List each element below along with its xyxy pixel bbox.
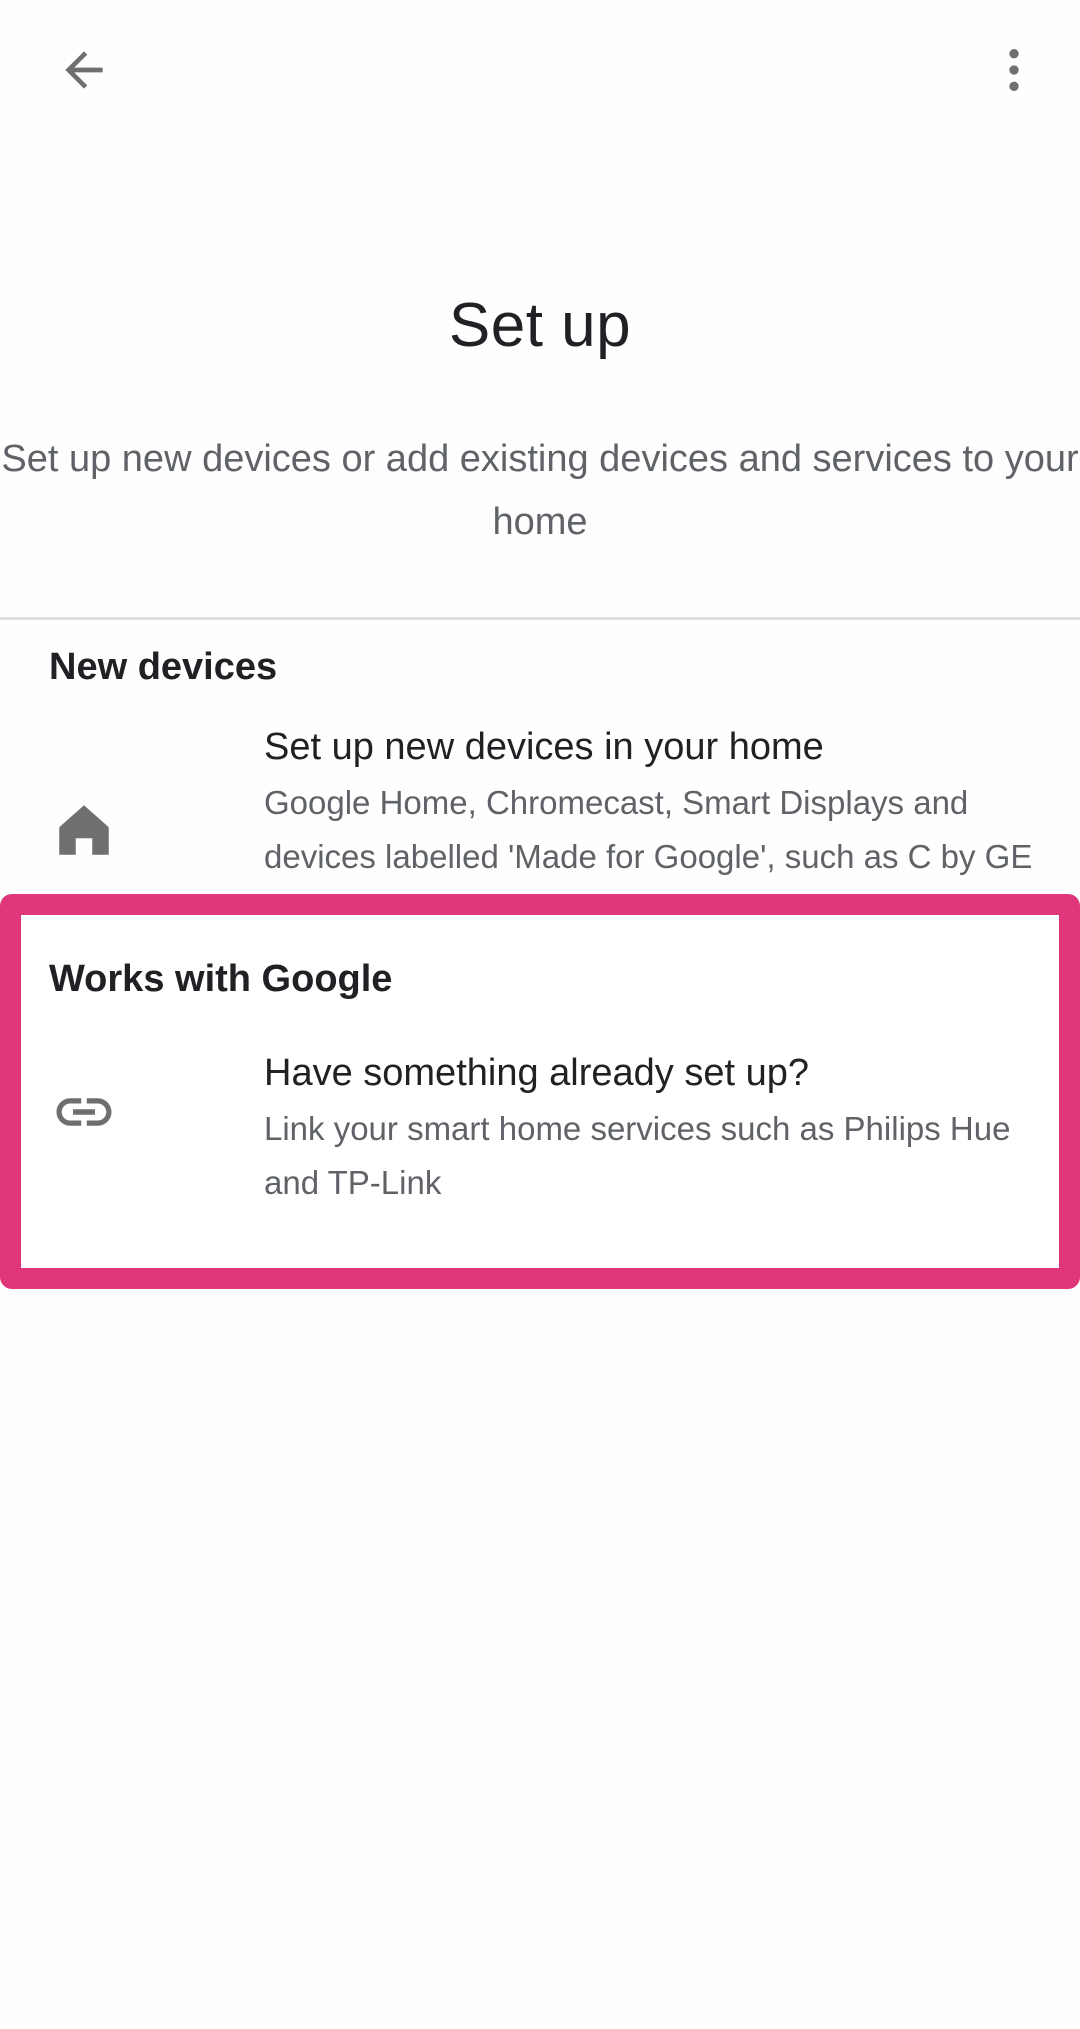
home-icon xyxy=(44,790,124,870)
works-with-google-title: Have something already set up? xyxy=(264,1052,809,1094)
section-header-works-with-google: Works with Google xyxy=(49,958,393,1000)
divider xyxy=(0,617,1080,620)
top-app-bar xyxy=(0,0,1080,140)
page-subtitle: Set up new devices or add existing devic… xyxy=(1,438,1079,543)
link-icon xyxy=(44,1072,124,1152)
back-button[interactable] xyxy=(36,22,132,118)
section-header-new-devices: New devices xyxy=(49,646,278,688)
new-devices-row[interactable]: Set up new devices in your home Google H… xyxy=(0,690,1080,920)
setup-screen: Set up Set up new devices or add existin… xyxy=(0,0,1080,2029)
more-options-button[interactable] xyxy=(966,22,1062,118)
new-devices-title: Set up new devices in your home xyxy=(264,726,824,768)
more-vert-icon xyxy=(1009,49,1019,91)
arrow-back-icon xyxy=(65,51,103,89)
works-with-google-row[interactable]: Have something already set up? Link your… xyxy=(0,1040,1080,1220)
works-with-google-description: Link your smart home services such as Ph… xyxy=(264,1110,1011,1201)
page-title: Set up xyxy=(448,291,632,360)
